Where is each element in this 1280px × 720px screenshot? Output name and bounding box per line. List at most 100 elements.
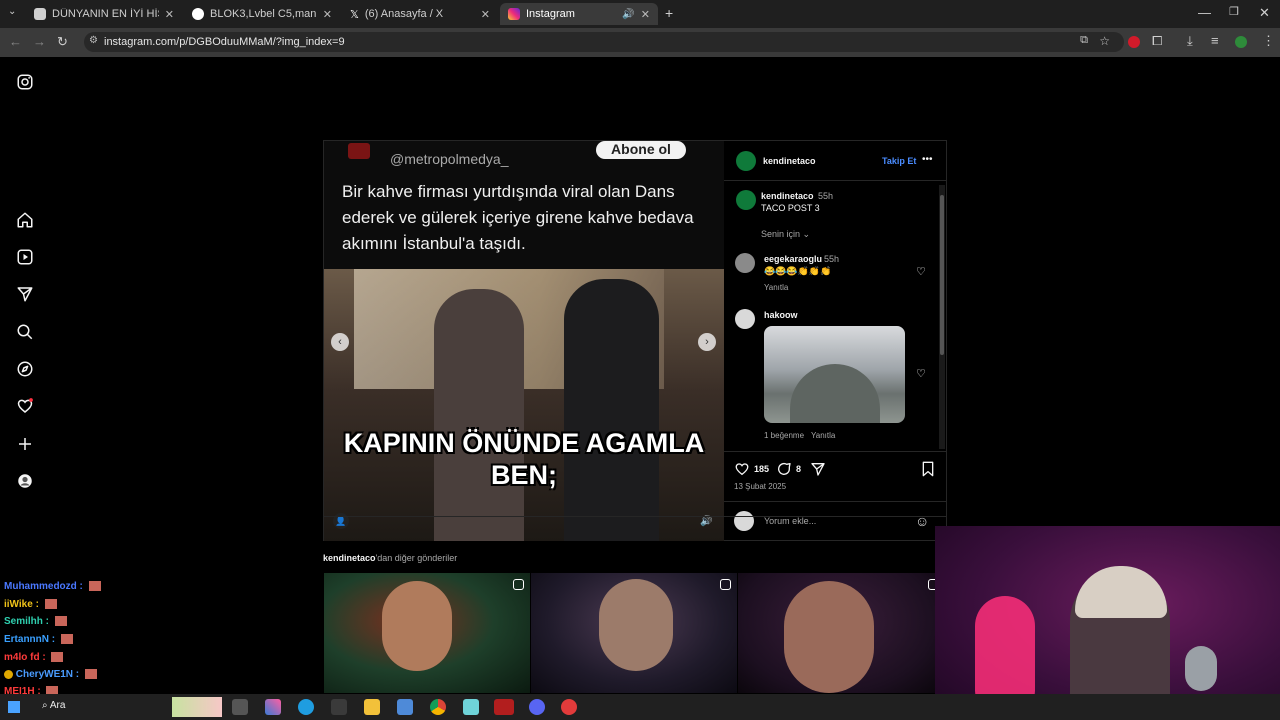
plus-icon[interactable] — [16, 435, 34, 453]
comment-like-icon[interactable]: ♡ — [916, 367, 926, 380]
instagram-page: @metropolmedya_ Abone ol Bir kahve firma… — [0, 57, 1280, 720]
explore-icon[interactable] — [16, 360, 34, 378]
follow-button[interactable]: Takip Et — [882, 156, 916, 166]
comment-input[interactable]: Yorum ekle... — [764, 516, 816, 526]
store-icon[interactable] — [331, 699, 347, 715]
post-media[interactable]: @metropolmedya_ Abone ol Bir kahve firma… — [324, 141, 724, 541]
tab-close-icon[interactable]: ✕ — [641, 8, 650, 21]
like-icon[interactable] — [734, 461, 750, 477]
share-icon[interactable] — [810, 461, 826, 477]
edge-icon[interactable] — [298, 699, 314, 715]
file-explorer-icon[interactable] — [364, 699, 380, 715]
more-post-thumbnail[interactable] — [738, 573, 936, 693]
close-window-icon[interactable]: ✕ — [1259, 5, 1270, 21]
comment-image[interactable] — [764, 326, 905, 423]
more-posts-owner[interactable]: kendinetaco — [323, 553, 376, 563]
comments-scrollbar[interactable] — [939, 185, 945, 449]
more-post-thumbnail[interactable] — [324, 573, 530, 693]
chat-message: m4lo fd : — [4, 652, 64, 663]
extensions-puzzle-icon[interactable]: ⧠ — [1152, 33, 1162, 49]
search-icon[interactable] — [16, 323, 34, 341]
tab-close-icon[interactable]: ✕ — [481, 8, 490, 21]
search-icon: ⌕ — [42, 700, 48, 711]
profile-icon[interactable] — [16, 472, 34, 490]
reel-badge-icon — [513, 579, 524, 590]
app-icon[interactable] — [463, 699, 479, 715]
app-icon[interactable] — [397, 699, 413, 715]
url-bar[interactable]: ⚙ instagram.com/p/DGBOduuMMaM/?img_index… — [84, 32, 1124, 52]
tab-close-icon[interactable]: ✕ — [165, 8, 174, 21]
chevron-down-icon: ⌄ — [802, 229, 811, 239]
bookmark-star-icon[interactable]: ☆ — [1099, 34, 1110, 48]
comment-username[interactable]: eegekaraoglu — [764, 254, 822, 264]
emote-icon — [44, 599, 57, 610]
chrome-icon[interactable] — [430, 699, 446, 715]
tab-search-icon[interactable]: ⌄ — [8, 6, 16, 17]
reply-button[interactable]: Yanıtla — [811, 431, 835, 440]
profile-avatar[interactable] — [1235, 36, 1247, 48]
mute-icon[interactable]: 🔊 — [700, 516, 712, 527]
tab-favicon-icon — [34, 8, 46, 20]
post-date: 13 Şubat 2025 — [734, 482, 787, 491]
widget-image[interactable] — [172, 697, 222, 717]
thumbnail-person — [382, 581, 452, 671]
audio-playing-icon[interactable]: 🔊 — [622, 9, 634, 20]
caption-username[interactable]: kendinetaco — [761, 191, 814, 201]
site-info-icon[interactable]: ⚙ — [89, 35, 98, 46]
save-bookmark-icon[interactable] — [921, 461, 935, 477]
next-image-button[interactable]: › — [698, 333, 716, 351]
home-icon[interactable] — [16, 211, 34, 229]
scrollbar-thumb[interactable] — [940, 195, 944, 355]
back-icon[interactable]: ← — [9, 34, 22, 49]
likes-count[interactable]: 185 — [754, 464, 769, 474]
start-icon[interactable] — [8, 701, 20, 713]
restore-icon[interactable]: ❐ — [1229, 5, 1239, 18]
reload-icon[interactable]: ↻ — [57, 34, 68, 50]
media-headline: Bir kahve firması yurtdışında viral olan… — [342, 182, 694, 253]
taskbar-search[interactable]: ⌕ Ara — [42, 700, 65, 711]
tab-music[interactable]: BLOK3,Lvbel C5,manifest şarkıla ✕ — [184, 3, 340, 25]
forward-icon[interactable]: → — [33, 34, 46, 49]
author-avatar[interactable] — [736, 190, 756, 210]
comment-icon[interactable] — [776, 461, 792, 477]
copilot-icon[interactable] — [265, 699, 281, 715]
send-icon[interactable] — [16, 285, 34, 303]
news-logo — [348, 143, 370, 159]
chat-username: Semilhh — [4, 616, 43, 627]
new-tab-button[interactable]: + — [665, 5, 673, 21]
tab-youtube[interactable]: DÜNYANIN EN İYİ HİSSİ | KÖR ŞA ✕ — [26, 3, 182, 25]
more-options-icon[interactable]: ••• — [922, 154, 933, 165]
commenter-avatar[interactable] — [735, 253, 755, 273]
task-view-icon[interactable] — [232, 699, 248, 715]
app-icon[interactable] — [561, 699, 577, 715]
author-avatar[interactable] — [736, 151, 756, 171]
sort-dropdown[interactable]: Senin için ⌄ — [761, 229, 810, 240]
install-app-icon[interactable]: ⧉ — [1080, 34, 1088, 47]
chat-username: Muhammedozd — [4, 581, 77, 592]
post-actions: 185 8 13 Şubat 2025 — [724, 451, 947, 501]
media-control-icon[interactable]: ≡ — [1211, 33, 1219, 48]
heart-icon[interactable] — [16, 397, 34, 415]
more-post-thumbnail[interactable] — [531, 573, 737, 693]
previous-image-button[interactable]: ‹ — [331, 333, 349, 351]
tab-x[interactable]: 𝕏 (6) Anasayfa / X ✕ — [342, 3, 498, 25]
commenter-avatar[interactable] — [735, 309, 755, 329]
chat-message: ErtannnN : — [4, 634, 73, 645]
reply-button[interactable]: Yanıtla — [764, 283, 788, 292]
menu-kebab-icon[interactable]: ⋮ — [1262, 33, 1275, 49]
extension-icon[interactable] — [1128, 36, 1140, 48]
minimize-icon[interactable]: — — [1198, 5, 1211, 20]
tab-instagram[interactable]: Instagram 🔊 ✕ — [500, 3, 658, 25]
author-username[interactable]: kendinetaco — [763, 156, 816, 166]
comment-likes-count[interactable]: 1 beğenme — [764, 431, 804, 440]
instagram-icon[interactable] — [16, 73, 34, 91]
comments-count[interactable]: 8 — [796, 464, 801, 474]
download-icon[interactable]: ⤓ — [1187, 33, 1193, 49]
comment-like-icon[interactable]: ♡ — [916, 265, 926, 278]
reels-icon[interactable] — [16, 248, 34, 266]
app-icon[interactable] — [494, 699, 514, 715]
tab-title: Instagram — [526, 8, 575, 20]
tab-close-icon[interactable]: ✕ — [323, 8, 332, 21]
comment-username[interactable]: hakoow — [764, 310, 798, 320]
discord-icon[interactable] — [529, 699, 545, 715]
